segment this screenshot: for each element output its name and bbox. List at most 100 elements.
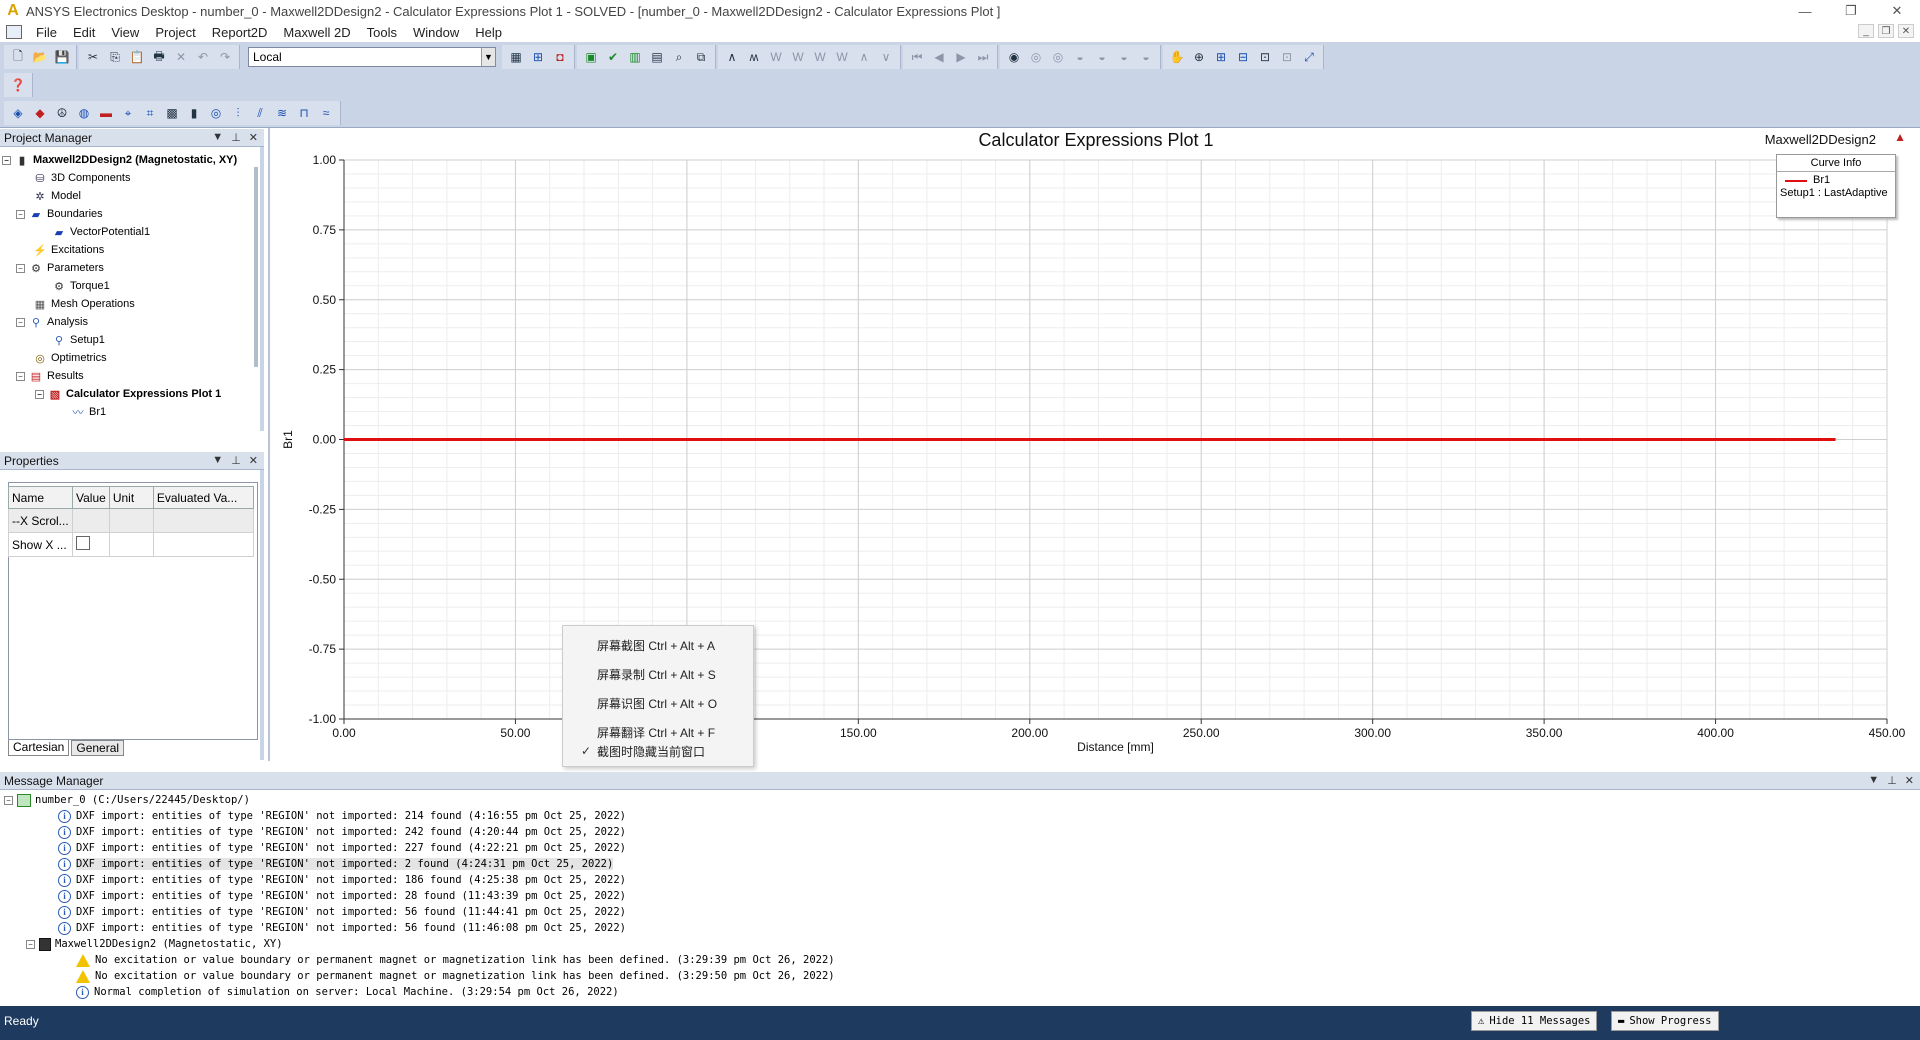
- redo-icon[interactable]: ↷: [215, 47, 235, 67]
- pane-menu-icon[interactable]: ▼: [1868, 774, 1879, 787]
- tree-item-design[interactable]: − ▮ Maxwell2DDesign2 (Magnetostatic, XY): [2, 151, 237, 169]
- menu-tools[interactable]: Tools: [359, 25, 405, 40]
- collapse-icon[interactable]: −: [26, 939, 35, 949]
- show-x-checkbox[interactable]: [76, 536, 90, 550]
- project-tree-scrollbar[interactable]: [254, 167, 258, 367]
- chart[interactable]: 0.0050.00100.00150.00200.00250.00300.003…: [270, 128, 1920, 761]
- mdi-restore-icon[interactable]: ❐: [1878, 24, 1894, 38]
- zoom-icon[interactable]: ⊕: [1189, 47, 1209, 67]
- draw-5-icon[interactable]: ▬: [96, 103, 116, 123]
- tree-item-excitations[interactable]: ⚡ Excitations: [33, 241, 104, 259]
- draw-7-icon[interactable]: ⌗: [140, 103, 160, 123]
- menu-item-screen-ocr[interactable]: 屏幕识图 Ctrl + Alt + O: [563, 691, 753, 715]
- draw-1-icon[interactable]: ◈: [8, 103, 28, 123]
- tree-item-boundaries[interactable]: − ▰ Boundaries: [16, 205, 103, 223]
- draw-2-icon[interactable]: ◆: [30, 103, 50, 123]
- trace-w1-icon[interactable]: W: [766, 47, 786, 67]
- message-design[interactable]: − Maxwell2DDesign2 (Magnetostatic, XY): [26, 936, 283, 952]
- pane-close-icon[interactable]: ✕: [1905, 774, 1914, 787]
- pin-icon[interactable]: ⊥: [231, 454, 241, 467]
- collapse-icon[interactable]: −: [2, 155, 11, 165]
- trace-peak-icon[interactable]: ∧: [854, 47, 874, 67]
- fit-all-icon[interactable]: ⊡: [1255, 47, 1275, 67]
- coordinate-system-select[interactable]: Local ▼: [248, 47, 496, 67]
- shade-1-icon[interactable]: ◒: [1070, 47, 1090, 67]
- draw-4-icon[interactable]: ◍: [74, 103, 94, 123]
- list-item[interactable]: No excitation or value boundary or perma…: [76, 968, 835, 984]
- draw-11-icon[interactable]: ⫶: [228, 103, 248, 123]
- minimize-button[interactable]: —: [1782, 0, 1828, 22]
- tab-general[interactable]: General: [71, 740, 125, 756]
- draw-6-icon[interactable]: ⌖: [118, 103, 138, 123]
- draw-13-icon[interactable]: ≋: [272, 103, 292, 123]
- collapse-icon[interactable]: −: [16, 263, 25, 273]
- menu-maxwell2d[interactable]: Maxwell 2D: [275, 25, 358, 40]
- tree-item-analysis[interactable]: − ⚲ Analysis: [16, 313, 88, 331]
- table-row[interactable]: Show X ...: [8, 532, 255, 557]
- trace-m-icon[interactable]: ʍ: [744, 47, 764, 67]
- shade-4-icon[interactable]: ◒: [1136, 47, 1156, 67]
- menu-report2d[interactable]: Report2D: [204, 25, 276, 40]
- trace-a-icon[interactable]: ∧: [722, 47, 742, 67]
- menu-file[interactable]: File: [28, 25, 65, 40]
- undo-icon[interactable]: ↶: [193, 47, 213, 67]
- collapse-icon[interactable]: −: [4, 795, 13, 805]
- last-frame-icon[interactable]: ⏭: [973, 47, 993, 67]
- mdi-minimize-icon[interactable]: _: [1858, 24, 1874, 38]
- tree-item-torque1[interactable]: ⚙ Torque1: [52, 277, 110, 295]
- draw-10-icon[interactable]: ◎: [206, 103, 226, 123]
- delete-icon[interactable]: ✕: [171, 47, 191, 67]
- save-icon[interactable]: 💾: [52, 47, 72, 67]
- pane-close-icon[interactable]: ✕: [249, 131, 258, 144]
- tree-item-vectorpotential1[interactable]: ▰ VectorPotential1: [52, 223, 150, 241]
- window-icon[interactable]: ⧉: [691, 47, 711, 67]
- list-item[interactable]: i DXF import: entities of type 'REGION' …: [58, 856, 614, 872]
- first-frame-icon[interactable]: ⏮: [907, 47, 927, 67]
- list-item[interactable]: i Normal completion of simulation on ser…: [76, 984, 619, 1000]
- trace-w2-icon[interactable]: W: [788, 47, 808, 67]
- open-icon[interactable]: 📂: [30, 47, 50, 67]
- report-icon[interactable]: ▤: [647, 47, 667, 67]
- tree-item-model[interactable]: ✲ Model: [33, 187, 81, 205]
- new-icon[interactable]: 🗋: [8, 47, 28, 67]
- collapse-icon[interactable]: −: [16, 371, 25, 381]
- pane-close-icon[interactable]: ✕: [249, 454, 258, 467]
- close-button[interactable]: ✕: [1874, 0, 1920, 22]
- shade-2-icon[interactable]: ◒: [1092, 47, 1112, 67]
- orient-icon[interactable]: ⤢: [1299, 47, 1319, 67]
- plot-window[interactable]: 0.0050.00100.00150.00200.00250.00300.003…: [268, 128, 1920, 761]
- chevron-down-icon[interactable]: ▼: [481, 48, 495, 66]
- help-icon[interactable]: ❓: [8, 75, 28, 95]
- trace-valley-icon[interactable]: ∨: [876, 47, 896, 67]
- fit-selection-icon[interactable]: ⊡: [1277, 47, 1297, 67]
- tree-item-mesh-operations[interactable]: ▦ Mesh Operations: [33, 295, 135, 313]
- mdi-close-icon[interactable]: ✕: [1898, 24, 1914, 38]
- tree-item-optimetrics[interactable]: ◎ Optimetrics: [33, 349, 106, 367]
- tab-cartesian[interactable]: Cartesian: [8, 740, 70, 756]
- draw-8-icon[interactable]: ▩: [162, 103, 182, 123]
- draw-14-icon[interactable]: ⊓: [294, 103, 314, 123]
- restore-button[interactable]: ❐: [1828, 0, 1874, 22]
- menu-window[interactable]: Window: [405, 25, 467, 40]
- draw-15-icon[interactable]: ≈: [316, 103, 336, 123]
- next-frame-icon[interactable]: ▶: [951, 47, 971, 67]
- collapse-icon[interactable]: −: [35, 389, 44, 399]
- analyze-icon[interactable]: ✔: [603, 47, 623, 67]
- pan-hand-icon[interactable]: ✋: [1167, 47, 1187, 67]
- col-evaluated[interactable]: Evaluated Va...: [152, 486, 255, 509]
- hide-messages-button[interactable]: ⚠ Hide 11 Messages: [1471, 1011, 1598, 1031]
- cut-icon[interactable]: ✂: [83, 47, 103, 67]
- tree-item-3d-components[interactable]: ⛁ 3D Components: [33, 169, 130, 187]
- results-icon[interactable]: ▥: [625, 47, 645, 67]
- grid-icon[interactable]: ▦: [506, 47, 526, 67]
- show-all-icon[interactable]: ◎: [1026, 47, 1046, 67]
- copy-icon[interactable]: ⎘: [105, 47, 125, 67]
- zoom-out-icon[interactable]: ⊟: [1233, 47, 1253, 67]
- prev-frame-icon[interactable]: ◀: [929, 47, 949, 67]
- menu-project[interactable]: Project: [147, 25, 203, 40]
- menu-edit[interactable]: Edit: [65, 25, 103, 40]
- list-item[interactable]: i DXF import: entities of type 'REGION' …: [58, 824, 626, 840]
- hide-icon[interactable]: ◎: [1048, 47, 1068, 67]
- snap-icon[interactable]: ⊞: [528, 47, 548, 67]
- eye-icon[interactable]: ◉: [1004, 47, 1024, 67]
